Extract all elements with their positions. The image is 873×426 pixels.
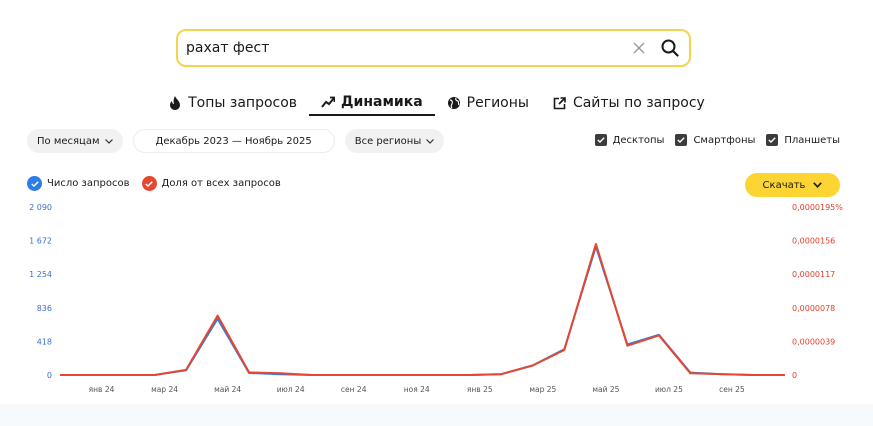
series-line — [60, 243, 785, 376]
chevron-down-icon — [104, 136, 113, 147]
x-tick-label: сен 25 — [719, 385, 745, 394]
checkbox-icon — [766, 134, 779, 146]
x-tick-label: янв 25 — [467, 385, 493, 394]
search-box — [176, 29, 691, 67]
checkbox-label: Десктопы — [612, 134, 665, 146]
chevron-down-icon — [813, 180, 823, 191]
tab-label: Топы запросов — [188, 95, 298, 111]
x-tick-label: сен 24 — [341, 385, 367, 394]
checkbox-label: Смартфоны — [693, 134, 756, 146]
y-left-tick-label: 0 — [47, 371, 52, 380]
x-tick-label: май 25 — [592, 385, 619, 394]
flame-icon — [168, 96, 182, 110]
x-tick-label: мар 25 — [529, 385, 556, 394]
legend-item-share[interactable]: Доля от всех запросов — [141, 176, 281, 191]
check-circle-icon — [141, 176, 157, 191]
dynamics-chart: 0 418 836 1 254 1 672 2 090 0 0,0000039 0,000007… — [29, 203, 843, 394]
chart-legend: Число запросов Доля от всех запросов — [27, 176, 281, 191]
globe-icon — [447, 96, 461, 110]
external-link-icon — [553, 96, 567, 110]
tab-dynamics[interactable]: Динамика — [309, 94, 435, 116]
footer-band — [0, 404, 873, 426]
search-icon[interactable] — [659, 37, 681, 59]
y-right-tick-label: 0,0000078 — [792, 304, 835, 313]
x-tick-label: янв 24 — [89, 385, 115, 394]
y-left-tick-label: 1 672 — [29, 237, 52, 246]
x-tick-label: мар 24 — [151, 385, 178, 394]
x-tick-label: июл 24 — [277, 385, 305, 394]
download-button[interactable]: Скачать — [745, 173, 840, 197]
trend-icon — [321, 95, 336, 109]
date-range-picker[interactable]: Декабрь 2023 — Ноябрь 2025 — [132, 129, 335, 153]
checkbox-label: Планшеты — [784, 134, 840, 146]
checkbox-icon — [594, 134, 607, 146]
x-tick-label: ноя 24 — [404, 385, 430, 394]
date-range-label: Декабрь 2023 — Ноябрь 2025 — [155, 135, 312, 147]
search-input[interactable] — [186, 40, 629, 56]
tab-label: Регионы — [466, 95, 529, 111]
check-circle-icon — [27, 176, 42, 191]
regions-label: Все регионы — [354, 135, 422, 147]
y-right-tick-label: 0 — [792, 371, 797, 380]
y-right-tick-label: 0,0000039 — [792, 337, 835, 346]
checkbox-desktops[interactable]: Десктопы — [594, 134, 665, 146]
legend-item-count[interactable]: Число запросов — [27, 176, 130, 191]
period-label: По месяцам — [37, 135, 100, 147]
tab-label: Динамика — [341, 94, 423, 110]
x-tick-label: май 24 — [214, 385, 241, 394]
y-left-tick-label: 418 — [37, 337, 52, 346]
tab-sites[interactable]: Сайты по запросу — [541, 94, 717, 116]
filters: По месяцам Декабрь 2023 — Ноябрь 2025 Вс… — [27, 129, 445, 153]
tabs: Топы запросов Динамика Регионы Сайты по … — [0, 94, 873, 116]
tab-regions[interactable]: Регионы — [435, 94, 541, 116]
tab-top-queries[interactable]: Топы запросов — [156, 94, 309, 116]
y-left-tick-label: 836 — [37, 304, 52, 313]
clear-icon[interactable] — [629, 38, 649, 58]
y-left-tick-label: 2 090 — [29, 203, 52, 212]
y-right-tick-label: 0,0000117 — [792, 270, 835, 279]
checkbox-smartphones[interactable]: Смартфоны — [675, 134, 755, 146]
checkbox-icon — [675, 134, 688, 146]
download-label: Скачать — [762, 179, 806, 191]
tab-label: Сайты по запросу — [572, 95, 705, 111]
y-left-tick-label: 1 254 — [29, 270, 52, 279]
y-right-tick-label: 0,0000195% — [792, 203, 843, 212]
period-select[interactable]: По месяцам — [27, 129, 123, 153]
legend-label: Доля от всех запросов — [161, 178, 281, 189]
legend-label: Число запросов — [47, 178, 130, 189]
chevron-down-icon — [426, 136, 435, 147]
checkbox-tablets[interactable]: Планшеты — [766, 134, 840, 146]
x-tick-label: июл 25 — [655, 385, 683, 394]
device-filters: Десктопы Смартфоны Планшеты — [594, 134, 840, 146]
regions-select[interactable]: Все регионы — [344, 129, 445, 153]
y-right-tick-label: 0,0000156 — [792, 237, 835, 246]
